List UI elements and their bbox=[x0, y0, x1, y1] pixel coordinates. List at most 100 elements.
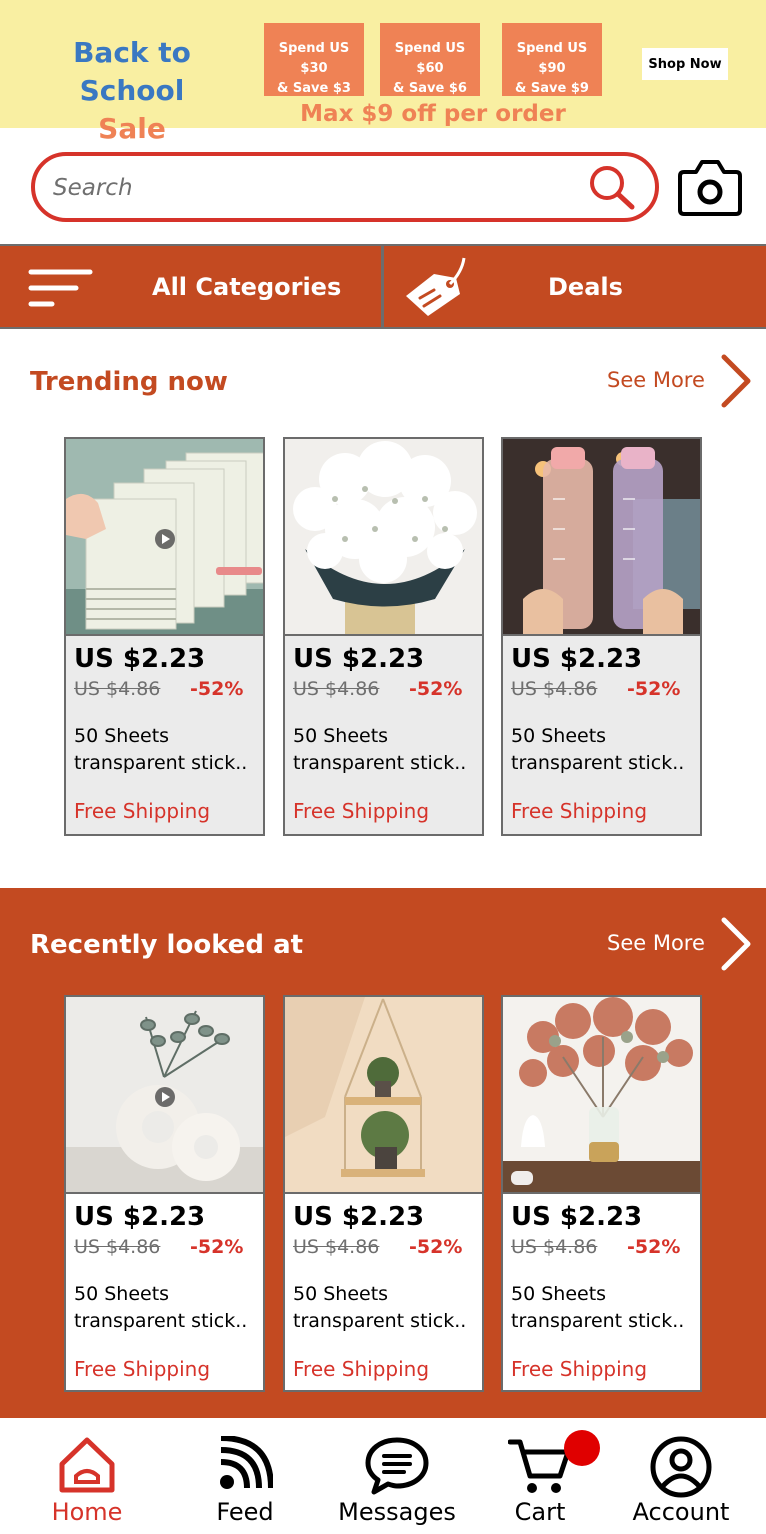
product-name-line1: 50 Sheets bbox=[74, 1283, 170, 1305]
coupon-line2: & Save $6 bbox=[393, 81, 467, 96]
free-shipping-label: Free Shipping bbox=[293, 1357, 430, 1381]
coupon-line1: Spend US $90 bbox=[516, 41, 588, 76]
see-more-label: See More bbox=[607, 931, 705, 955]
account-icon bbox=[650, 1436, 712, 1498]
search-input[interactable] bbox=[53, 168, 573, 208]
banner-max-discount-note: Max $9 off per order bbox=[300, 101, 566, 127]
banner-title-line1: Back to School bbox=[73, 36, 191, 107]
nav-messages[interactable]: Messages bbox=[330, 1418, 464, 1534]
product-card[interactable]: US $2.23 US $4.86 -52% 50 Sheets transpa… bbox=[283, 995, 484, 1392]
product-name-line2: transparent stick.. bbox=[511, 752, 685, 774]
all-categories-button[interactable]: All Categories bbox=[0, 246, 381, 327]
shop-now-button[interactable]: Shop Now bbox=[642, 48, 728, 80]
coupon-line2: & Save $9 bbox=[515, 81, 589, 96]
product-price: US $2.23 bbox=[293, 1202, 425, 1232]
product-name-line1: 50 Sheets bbox=[511, 1283, 607, 1305]
product-discount: -52% bbox=[627, 678, 681, 700]
coupon-line1: Spend US $60 bbox=[394, 41, 466, 76]
product-discount: -52% bbox=[409, 678, 463, 700]
banner-title: Back to School Sale bbox=[28, 34, 236, 148]
search-bar[interactable] bbox=[31, 152, 659, 222]
product-discount: -52% bbox=[627, 1236, 681, 1258]
trending-title: Trending now bbox=[30, 367, 228, 397]
chevron-right-icon bbox=[721, 354, 751, 408]
messages-icon bbox=[365, 1437, 429, 1495]
recent-see-more-link[interactable]: See More bbox=[560, 914, 760, 974]
product-discount: -52% bbox=[409, 1236, 463, 1258]
product-old-price: US $4.86 bbox=[293, 678, 380, 700]
coupon-30[interactable]: Spend US $30 & Save $3 bbox=[264, 23, 364, 96]
product-name: 50 Sheets transparent stick.. bbox=[511, 1281, 697, 1335]
feed-icon bbox=[220, 1436, 273, 1489]
nav-cart[interactable]: Cart bbox=[480, 1418, 600, 1534]
deals-label: Deals bbox=[548, 273, 623, 301]
product-name: 50 Sheets transparent stick.. bbox=[293, 1281, 479, 1335]
banner-title-line2: Sale bbox=[98, 112, 166, 145]
free-shipping-label: Free Shipping bbox=[511, 1357, 648, 1381]
product-name-line1: 50 Sheets bbox=[74, 725, 170, 747]
product-name-line2: transparent stick.. bbox=[293, 1310, 467, 1332]
cart-badge bbox=[564, 1430, 600, 1466]
product-card[interactable]: US $2.23 US $4.86 -52% 50 Sheets transpa… bbox=[64, 437, 265, 836]
all-categories-label: All Categories bbox=[152, 273, 342, 301]
trending-see-more-link[interactable]: See More bbox=[560, 351, 760, 411]
free-shipping-label: Free Shipping bbox=[74, 1357, 211, 1381]
product-name: 50 Sheets transparent stick.. bbox=[293, 723, 479, 777]
nav-home[interactable]: Home bbox=[28, 1418, 146, 1534]
coupon-60[interactable]: Spend US $60 & Save $6 bbox=[380, 23, 480, 96]
product-old-price: US $4.86 bbox=[511, 678, 598, 700]
product-name-line2: transparent stick.. bbox=[293, 752, 467, 774]
product-price: US $2.23 bbox=[511, 1202, 643, 1232]
product-old-price: US $4.86 bbox=[74, 1236, 161, 1258]
product-name-line1: 50 Sheets bbox=[511, 725, 607, 747]
coupon-90[interactable]: Spend US $90 & Save $9 bbox=[502, 23, 602, 96]
nav-feed[interactable]: Feed bbox=[186, 1418, 304, 1534]
sticky-notes-photo bbox=[66, 439, 263, 636]
see-more-label: See More bbox=[607, 368, 705, 392]
product-price: US $2.23 bbox=[293, 644, 425, 674]
free-shipping-label: Free Shipping bbox=[511, 799, 648, 823]
product-old-price: US $4.86 bbox=[511, 1236, 598, 1258]
category-bar: All Categories Deals bbox=[0, 244, 766, 329]
deals-button[interactable]: Deals bbox=[384, 246, 766, 327]
nav-label-messages: Messages bbox=[338, 1498, 456, 1526]
product-name-line2: transparent stick.. bbox=[74, 752, 248, 774]
product-name-line2: transparent stick.. bbox=[74, 1310, 248, 1332]
hanging-shelf-photo bbox=[285, 997, 482, 1194]
coupon-line2: & Save $3 bbox=[277, 81, 351, 96]
product-price: US $2.23 bbox=[74, 1202, 206, 1232]
tag-icon bbox=[406, 257, 466, 316]
chevron-right-icon bbox=[721, 917, 751, 971]
water-bottles-photo bbox=[503, 439, 700, 636]
nav-account[interactable]: Account bbox=[622, 1418, 740, 1534]
nav-label-account: Account bbox=[632, 1498, 730, 1526]
nav-label-feed: Feed bbox=[216, 1498, 274, 1526]
product-name: 50 Sheets transparent stick.. bbox=[511, 723, 697, 777]
product-old-price: US $4.86 bbox=[74, 678, 161, 700]
product-discount: -52% bbox=[190, 678, 244, 700]
product-card[interactable]: US $2.23 US $4.86 -52% 50 Sheets transpa… bbox=[501, 437, 702, 836]
nav-label-home: Home bbox=[51, 1498, 123, 1526]
product-price: US $2.23 bbox=[511, 644, 643, 674]
eucalyptus-vase-photo bbox=[503, 997, 700, 1194]
product-card[interactable]: US $2.23 US $4.86 -52% 50 Sheets transpa… bbox=[501, 995, 702, 1392]
home-icon bbox=[59, 1437, 115, 1493]
product-discount: -52% bbox=[190, 1236, 244, 1258]
bottom-nav: Home Feed Messages Cart Account bbox=[0, 1418, 766, 1534]
nav-label-cart: Cart bbox=[514, 1498, 566, 1526]
search-icon[interactable] bbox=[587, 164, 639, 212]
product-name: 50 Sheets transparent stick.. bbox=[74, 1281, 260, 1335]
product-card[interactable]: US $2.23 US $4.86 -52% 50 Sheets transpa… bbox=[283, 437, 484, 836]
product-old-price: US $4.86 bbox=[293, 1236, 380, 1258]
product-card[interactable]: US $2.23 US $4.86 -52% 50 Sheets transpa… bbox=[64, 995, 265, 1392]
free-shipping-label: Free Shipping bbox=[293, 799, 430, 823]
product-price: US $2.23 bbox=[74, 644, 206, 674]
camera-icon[interactable] bbox=[678, 158, 742, 216]
product-name-line2: transparent stick.. bbox=[511, 1310, 685, 1332]
promo-banner: Back to School Sale Spend US $30 & Save … bbox=[0, 0, 766, 145]
product-name-line1: 50 Sheets bbox=[293, 1283, 389, 1305]
product-name-line1: 50 Sheets bbox=[293, 725, 389, 747]
recent-title: Recently looked at bbox=[30, 930, 304, 960]
product-name: 50 Sheets transparent stick.. bbox=[74, 723, 260, 777]
cart-icon bbox=[508, 1439, 571, 1493]
